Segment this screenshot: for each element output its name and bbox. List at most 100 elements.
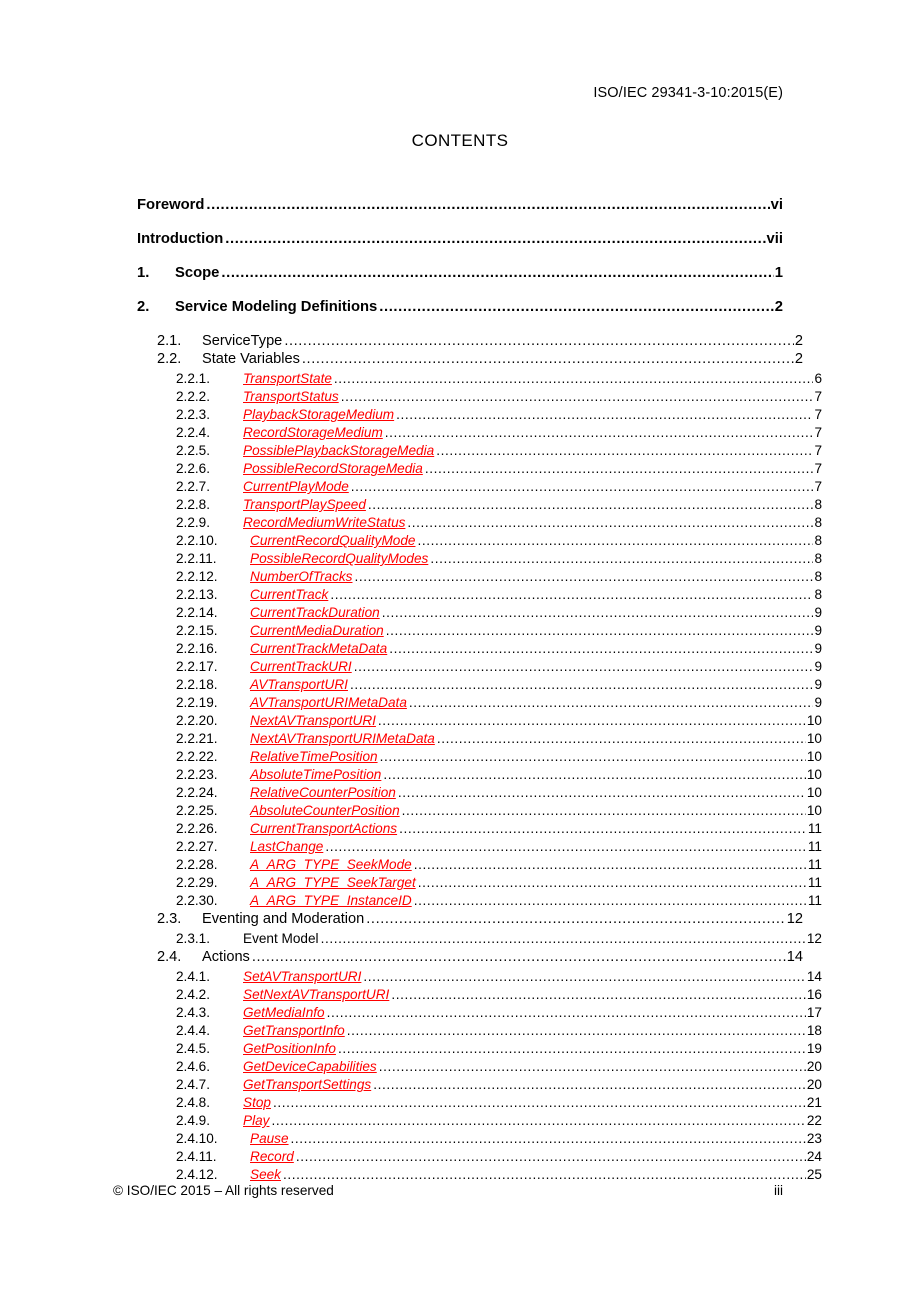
toc-entry-label[interactable]: GetMediaInfo <box>243 1006 327 1020</box>
toc-entry[interactable]: 2.2.8. TransportPlaySpeed 8 <box>137 498 822 516</box>
toc-entry[interactable]: 2.2.2. TransportStatus 7 <box>137 390 822 408</box>
toc-entry[interactable]: 2.2.29. A_ARG_TYPE_SeekTarget 11 <box>137 876 822 894</box>
toc-entry[interactable]: 2.2.17. CurrentTrackURI 9 <box>137 660 822 678</box>
toc-entry-label[interactable]: RecordStorageMedium <box>243 426 385 440</box>
toc-entry[interactable]: 2.2.4. RecordStorageMedium 7 <box>137 426 822 444</box>
toc-entry[interactable]: 2.4. Actions 14 <box>137 950 803 968</box>
toc-entry-label[interactable]: CurrentPlayMode <box>243 480 351 494</box>
toc-entry-label[interactable]: RelativeTimePosition <box>250 750 380 764</box>
toc-entry[interactable]: Introduction vii <box>137 232 783 254</box>
toc-entry-label[interactable]: Event Model <box>243 932 321 946</box>
toc-entry-label[interactable]: A_ARG_TYPE_InstanceID <box>250 894 414 908</box>
toc-entry[interactable]: 1. Scope 1 <box>137 266 783 288</box>
toc-entry-label[interactable]: SetNextAVTransportURI <box>243 988 391 1002</box>
toc-entry[interactable]: 2.4.4. GetTransportInfo 18 <box>137 1024 822 1042</box>
toc-entry[interactable]: 2.2.21. NextAVTransportURIMetaData 10 <box>137 732 822 750</box>
toc-entry-label[interactable]: PossibleRecordQualityModes <box>250 552 430 566</box>
toc-entry-label[interactable]: CurrentRecordQualityMode <box>250 534 417 548</box>
toc-entry-label[interactable]: A_ARG_TYPE_SeekMode <box>250 858 414 872</box>
toc-entry-label[interactable]: AbsoluteTimePosition <box>250 768 383 782</box>
toc-entry-label[interactable]: TransportPlaySpeed <box>243 498 368 512</box>
toc-entry[interactable]: 2.4.6. GetDeviceCapabilities 20 <box>137 1060 822 1078</box>
toc-entry-label[interactable]: Seek <box>250 1168 283 1182</box>
toc-entry[interactable]: 2.4.1. SetAVTransportURI 14 <box>137 970 822 988</box>
toc-entry[interactable]: 2.2.1. TransportState 6 <box>137 372 822 390</box>
toc-entry-label[interactable]: AVTransportURIMetaData <box>250 696 409 710</box>
toc-entry-label[interactable]: CurrentMediaDuration <box>250 624 386 638</box>
toc-entry[interactable]: 2. Service Modeling Definitions 2 <box>137 300 783 322</box>
toc-entry[interactable]: 2.4.11. Record 24 <box>137 1150 822 1168</box>
toc-entry[interactable]: 2.4.3. GetMediaInfo 17 <box>137 1006 822 1024</box>
toc-entry-label[interactable]: RecordMediumWriteStatus <box>243 516 407 530</box>
toc-entry-label[interactable]: Actions <box>202 950 252 965</box>
toc-entry[interactable]: 2.2.16. CurrentTrackMetaData 9 <box>137 642 822 660</box>
toc-entry-label[interactable]: NextAVTransportURI <box>250 714 378 728</box>
toc-entry-label[interactable]: PossiblePlaybackStorageMedia <box>243 444 436 458</box>
toc-entry-label[interactable]: CurrentTrackMetaData <box>250 642 389 656</box>
toc-entry-label[interactable]: AbsoluteCounterPosition <box>250 804 402 818</box>
toc-entry-label[interactable]: Introduction <box>137 232 225 247</box>
toc-entry-label[interactable]: GetTransportInfo <box>243 1024 347 1038</box>
toc-entry[interactable]: 2.1. ServiceType 2 <box>137 334 803 352</box>
toc-entry-label[interactable]: CurrentTransportActions <box>250 822 399 836</box>
toc-entry[interactable]: 2.2.7. CurrentPlayMode 7 <box>137 480 822 498</box>
toc-entry[interactable]: 2.2.10. CurrentRecordQualityMode 8 <box>137 534 822 552</box>
toc-entry[interactable]: 2.2.28. A_ARG_TYPE_SeekMode 11 <box>137 858 822 876</box>
toc-entry-label[interactable]: CurrentTrack <box>250 588 330 602</box>
toc-entry[interactable]: 2.2.13. CurrentTrack 8 <box>137 588 822 606</box>
toc-entry-label[interactable]: AVTransportURI <box>250 678 350 692</box>
toc-entry-label[interactable]: TransportStatus <box>243 390 341 404</box>
toc-entry[interactable]: 2.2.26. CurrentTransportActions 11 <box>137 822 822 840</box>
toc-entry[interactable]: 2.2.5. PossiblePlaybackStorageMedia 7 <box>137 444 822 462</box>
toc-entry[interactable]: 2.2.19. AVTransportURIMetaData 9 <box>137 696 822 714</box>
toc-entry-label[interactable]: Scope <box>175 266 221 281</box>
toc-entry-label[interactable]: RelativeCounterPosition <box>250 786 398 800</box>
toc-entry[interactable]: 2.4.8. Stop 21 <box>137 1096 822 1114</box>
toc-entry[interactable]: 2.4.2. SetNextAVTransportURI 16 <box>137 988 822 1006</box>
toc-entry[interactable]: Foreword vi <box>137 198 783 220</box>
toc-entry[interactable]: 2.2.11. PossibleRecordQualityModes 8 <box>137 552 822 570</box>
toc-entry-label[interactable]: Foreword <box>137 198 206 213</box>
toc-entry[interactable]: 2.3.1. Event Model 12 <box>137 932 822 950</box>
toc-entry[interactable]: 2.2.23. AbsoluteTimePosition 10 <box>137 768 822 786</box>
toc-entry[interactable]: 2.4.5. GetPositionInfo 19 <box>137 1042 822 1060</box>
toc-entry[interactable]: 2.2.9. RecordMediumWriteStatus 8 <box>137 516 822 534</box>
toc-entry-label[interactable]: CurrentTrackDuration <box>250 606 382 620</box>
toc-entry-label[interactable]: Record <box>250 1150 296 1164</box>
toc-entry[interactable]: 2.2.18. AVTransportURI 9 <box>137 678 822 696</box>
toc-entry-label[interactable]: Stop <box>243 1096 273 1110</box>
toc-entry[interactable]: 2.2.20. NextAVTransportURI 10 <box>137 714 822 732</box>
toc-entry[interactable]: 2.4.7. GetTransportSettings 20 <box>137 1078 822 1096</box>
toc-entry[interactable]: 2.4.10. Pause 23 <box>137 1132 822 1150</box>
toc-entry-label[interactable]: Eventing and Moderation <box>202 912 366 927</box>
toc-entry[interactable]: 2.2.14. CurrentTrackDuration 9 <box>137 606 822 624</box>
toc-entry[interactable]: 2.2.27. LastChange 11 <box>137 840 822 858</box>
toc-entry[interactable]: 2.2.15. CurrentMediaDuration 9 <box>137 624 822 642</box>
toc-entry-label[interactable]: Service Modeling Definitions <box>175 300 379 315</box>
toc-entry-label[interactable]: Play <box>243 1114 271 1128</box>
toc-entry[interactable]: 2.2.30. A_ARG_TYPE_InstanceID 11 <box>137 894 822 912</box>
toc-entry-label[interactable]: PossibleRecordStorageMedia <box>243 462 425 476</box>
toc-entry-label[interactable]: ServiceType <box>202 334 284 349</box>
toc-entry[interactable]: 2.2.3. PlaybackStorageMedium 7 <box>137 408 822 426</box>
toc-entry[interactable]: 2.2.24. RelativeCounterPosition 10 <box>137 786 822 804</box>
toc-entry-label[interactable]: Pause <box>250 1132 291 1146</box>
toc-entry[interactable]: 2.2. State Variables 2 <box>137 352 803 370</box>
toc-entry-label[interactable]: CurrentTrackURI <box>250 660 354 674</box>
toc-entry[interactable]: 2.2.6. PossibleRecordStorageMedia 7 <box>137 462 822 480</box>
toc-entry-label[interactable]: GetPositionInfo <box>243 1042 338 1056</box>
toc-entry-label[interactable]: GetTransportSettings <box>243 1078 373 1092</box>
toc-entry-label[interactable]: State Variables <box>202 352 302 367</box>
toc-entry[interactable]: 2.2.12. NumberOfTracks 8 <box>137 570 822 588</box>
toc-entry-label[interactable]: NextAVTransportURIMetaData <box>250 732 437 746</box>
toc-entry-label[interactable]: SetAVTransportURI <box>243 970 363 984</box>
toc-entry[interactable]: 2.2.22. RelativeTimePosition 10 <box>137 750 822 768</box>
toc-entry-label[interactable]: TransportState <box>243 372 334 386</box>
toc-entry-label[interactable]: LastChange <box>250 840 325 854</box>
toc-entry-label[interactable]: GetDeviceCapabilities <box>243 1060 379 1074</box>
toc-entry[interactable]: 2.4.9. Play 22 <box>137 1114 822 1132</box>
toc-entry-label[interactable]: A_ARG_TYPE_SeekTarget <box>250 876 418 890</box>
toc-entry-label[interactable]: PlaybackStorageMedium <box>243 408 396 422</box>
toc-entry[interactable]: 2.2.25. AbsoluteCounterPosition 10 <box>137 804 822 822</box>
toc-entry[interactable]: 2.3. Eventing and Moderation 12 <box>137 912 803 930</box>
